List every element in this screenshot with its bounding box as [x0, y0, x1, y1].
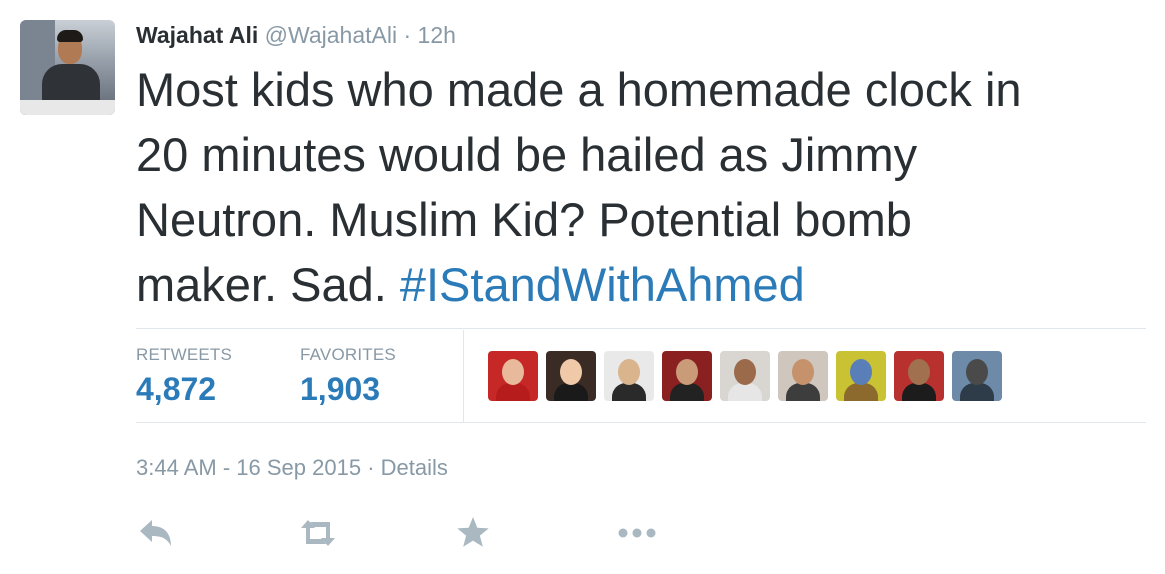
favoriter-avatar-body [960, 383, 994, 401]
timestamp-text[interactable]: 3:44 AM - 16 Sep 2015 [136, 455, 361, 480]
tweet-text-last-line: maker. Sad. #IStandWithAhmed [136, 252, 1146, 317]
author-handle[interactable]: @WajahatAli [265, 22, 397, 48]
star-icon [457, 517, 489, 547]
favoriter-avatar[interactable] [662, 351, 712, 401]
avatar-hair [57, 30, 83, 42]
favoriter-avatar-face [966, 359, 988, 385]
favoriter-avatar-body [612, 383, 646, 401]
favoriter-avatar-body [554, 383, 588, 401]
favoriter-avatar[interactable] [952, 351, 1002, 401]
favoriter-avatar[interactable] [604, 351, 654, 401]
favoriter-avatar-face [560, 359, 582, 385]
favoriter-avatar-body [670, 383, 704, 401]
favorite-button[interactable] [455, 515, 495, 551]
retweet-icon [301, 520, 335, 546]
tweet-header: Wajahat Ali @WajahatAli · 12h [136, 22, 456, 49]
header-separator: · [403, 22, 412, 48]
favoriter-avatar-face [618, 359, 640, 385]
favorites-stat[interactable]: FAVORITES 1,903 [300, 345, 396, 408]
favoriter-avatar-body [728, 383, 762, 401]
favoriter-avatar[interactable] [720, 351, 770, 401]
favoriter-avatar[interactable] [836, 351, 886, 401]
retweets-label: RETWEETS [136, 345, 233, 364]
author-name[interactable]: Wajahat Ali [136, 22, 258, 48]
retweets-count: 4,872 [136, 371, 217, 407]
favoriter-avatar[interactable] [894, 351, 944, 401]
details-link[interactable]: Details [381, 455, 448, 480]
favoriter-avatar-body [786, 383, 820, 401]
tweet-text-line: 20 minutes would be hailed as Jimmy [136, 128, 918, 181]
tweet-time-ago[interactable]: 12h [418, 22, 456, 48]
tweet-text-line: maker. Sad. [136, 258, 400, 311]
tweet-text-line: Neutron. Muslim Kid? Potential bomb [136, 193, 912, 246]
favoriter-avatar[interactable] [778, 351, 828, 401]
favoriter-avatar-face [850, 359, 872, 385]
favoriter-avatar[interactable] [488, 351, 538, 401]
tweet-text: Most kids who made a homemade clock in 2… [136, 57, 1146, 317]
tweet-timestamp: 3:44 AM - 16 Sep 2015 · Details [136, 455, 448, 481]
favoriter-avatar[interactable] [546, 351, 596, 401]
favoriter-avatar-face [908, 359, 930, 385]
favorites-count: 1,903 [300, 371, 381, 407]
stats-vertical-divider [463, 330, 464, 422]
favoriter-avatar-face [734, 359, 756, 385]
retweet-button[interactable] [298, 515, 338, 551]
more-icon [618, 528, 656, 538]
stats-divider-bottom [136, 422, 1146, 423]
favoriter-avatar-body [844, 383, 878, 401]
reply-button[interactable] [136, 515, 176, 551]
stats-divider-top [136, 328, 1146, 329]
favorites-label: FAVORITES [300, 345, 396, 364]
avatar-desk [20, 100, 115, 115]
favoriter-avatar-face [676, 359, 698, 385]
favoriter-avatar-face [502, 359, 524, 385]
tweet-text-line: Most kids who made a homemade clock in [136, 63, 1022, 116]
retweets-stat[interactable]: RETWEETS 4,872 [136, 345, 232, 408]
timestamp-separator: · [367, 455, 375, 480]
favoriter-avatar-face [792, 359, 814, 385]
hashtag-link[interactable]: #IStandWithAhmed [400, 258, 805, 311]
more-button[interactable] [617, 515, 657, 551]
favoriter-avatar-body [902, 383, 936, 401]
reply-icon [140, 520, 171, 546]
favoriter-avatar-body [496, 383, 530, 401]
author-avatar[interactable] [20, 20, 115, 115]
